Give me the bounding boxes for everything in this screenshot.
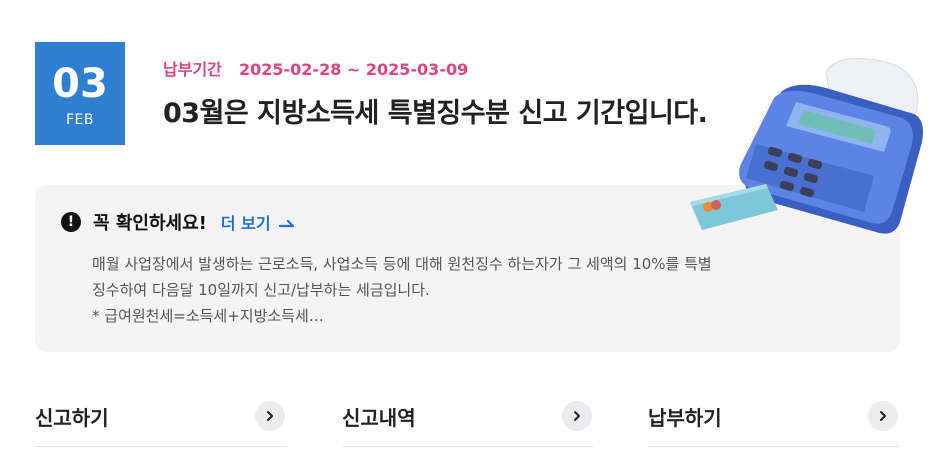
notice-title: 꼭 확인하세요!	[93, 213, 207, 234]
notice-header: ! 꼭 확인하세요! 더 보기	[61, 209, 295, 235]
menu-item-label: 신고내역	[342, 405, 416, 430]
period-label: 납부기간	[163, 60, 222, 79]
arrow-right-icon	[278, 213, 295, 232]
chevron-right-icon	[255, 401, 285, 431]
menu-item-file-report[interactable]: 신고하기	[35, 396, 287, 447]
menu-item-label: 납부하기	[648, 405, 722, 430]
payment-period: 납부기간 2025-02-28 ~ 2025-03-09	[163, 56, 468, 80]
notice-line: 징수하여 다음달 10일까지 신고/납부하는 세금입니다.	[92, 281, 430, 299]
badge-day: 03	[52, 61, 108, 107]
menu-item-report-history[interactable]: 신고내역	[342, 396, 594, 447]
notice-body: 매월 사업장에서 발생하는 근로소득, 사업소득 등에 대해 원천징수 하는자가…	[92, 251, 852, 329]
page-title: 03월은 지방소득세 특별징수분 신고 기간입니다.	[163, 98, 708, 129]
notice-line: 매월 사업장에서 발생하는 근로소득, 사업소득 등에 대해 원천징수 하는자가…	[92, 255, 712, 273]
chevron-right-icon	[868, 401, 898, 431]
alert-icon: !	[61, 212, 81, 232]
chevron-right-icon	[562, 401, 592, 431]
date-badge: 03 FEB	[35, 42, 125, 145]
more-link-label: 더 보기	[220, 214, 271, 233]
more-link[interactable]: 더 보기	[221, 210, 295, 234]
menu-item-label: 신고하기	[35, 405, 109, 430]
menu-item-payment[interactable]: 납부하기	[648, 396, 900, 447]
badge-month: FEB	[65, 112, 94, 128]
notice-line: * 급여원천세=소득세+지방소득세…	[92, 307, 324, 325]
card-terminal-illustration	[686, 52, 926, 242]
period-range: 2025-02-28 ~ 2025-03-09	[238, 60, 469, 79]
